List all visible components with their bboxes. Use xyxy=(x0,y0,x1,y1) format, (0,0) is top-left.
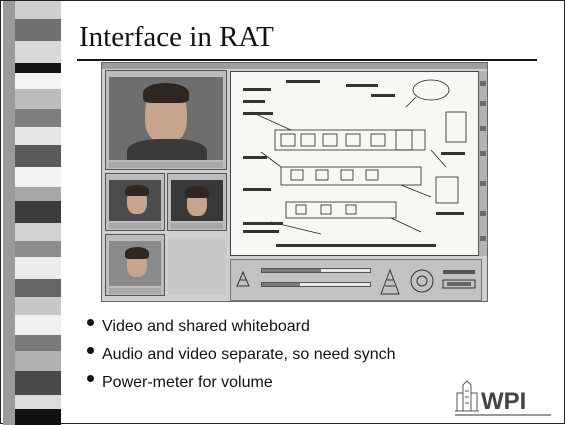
bullet-item: Power-meter for volume xyxy=(87,374,273,392)
input-power-meter xyxy=(261,268,371,273)
strip-block xyxy=(15,241,61,257)
project-logo-icon xyxy=(441,266,477,296)
wpi-logo-text: WPI xyxy=(481,388,526,415)
slide: Interface in RAT Video and shared whiteb… xyxy=(0,0,565,425)
strip-block xyxy=(15,73,61,89)
empty-area xyxy=(168,238,226,294)
strip-block xyxy=(15,201,61,223)
video-controls xyxy=(109,223,161,229)
participant-hair xyxy=(185,186,209,198)
tool-icon xyxy=(480,81,486,86)
participant-hair xyxy=(143,83,189,103)
participant-hair xyxy=(125,185,149,196)
strip-block xyxy=(15,127,61,145)
video-controls xyxy=(171,223,223,229)
strip-block xyxy=(15,315,61,335)
strip-block xyxy=(15,351,61,371)
strip-block xyxy=(15,41,61,63)
slide-title: Interface in RAT xyxy=(79,21,274,53)
video-controls xyxy=(109,288,161,294)
participant-shoulders xyxy=(127,139,207,160)
bullet-dot xyxy=(87,375,94,382)
whiteboard-drawing xyxy=(243,79,467,247)
participant-hair xyxy=(125,247,149,259)
rat-audio-panel xyxy=(230,259,482,301)
tool-icon xyxy=(480,181,486,186)
strip-block xyxy=(15,395,61,409)
shared-whiteboard xyxy=(230,71,482,256)
bullet-dot xyxy=(87,319,94,326)
bullet-text: Power-meter for volume xyxy=(102,374,273,391)
bullet-item: Video and shared whiteboard xyxy=(87,318,310,336)
strip-block xyxy=(15,257,61,279)
strip-block xyxy=(15,19,61,41)
bullet-dot xyxy=(87,347,94,354)
video-panel-main xyxy=(105,70,227,170)
tool-icon xyxy=(480,151,486,156)
video-frame xyxy=(109,77,223,160)
video-panel-small xyxy=(105,173,165,231)
strip-block xyxy=(15,63,61,73)
strip-block xyxy=(15,223,61,241)
speaker-icon xyxy=(235,268,251,288)
strip-block xyxy=(15,335,61,351)
strip-block xyxy=(15,145,61,167)
tool-icon xyxy=(480,101,486,106)
strip-block xyxy=(15,371,61,395)
bullet-text: Audio and video separate, so need synch xyxy=(102,346,396,363)
strip-block xyxy=(15,279,61,297)
rat-screenshot xyxy=(101,62,488,302)
decorative-left-strip xyxy=(3,1,61,425)
bullet-text: Video and shared whiteboard xyxy=(102,318,310,335)
output-meter-level xyxy=(262,283,300,286)
rat-window-titlebar xyxy=(102,63,487,69)
whiteboard-toolbar xyxy=(478,71,487,256)
ucl-logo-icon xyxy=(379,266,401,296)
output-power-meter xyxy=(261,282,371,287)
wpi-logo: WPI xyxy=(453,379,553,419)
bullet-item: Audio and video separate, so need synch xyxy=(87,346,396,364)
strip-block xyxy=(15,1,61,19)
crest-icon xyxy=(409,266,435,296)
strip-block xyxy=(15,109,61,127)
video-controls xyxy=(109,162,223,168)
video-panel-small xyxy=(105,234,165,296)
video-frame xyxy=(109,180,161,221)
input-meter-level xyxy=(262,269,322,272)
strip-block xyxy=(15,409,61,425)
tool-icon xyxy=(480,236,486,241)
title-underline xyxy=(77,59,537,61)
video-frame xyxy=(171,180,223,221)
video-panel-small xyxy=(167,173,227,231)
video-frame xyxy=(109,241,161,286)
tool-icon xyxy=(480,126,486,131)
wpi-tower-icon: WPI xyxy=(455,380,551,416)
tool-icon xyxy=(480,211,486,216)
strip-block xyxy=(15,89,61,109)
strip-block xyxy=(15,167,61,187)
strip-block xyxy=(15,297,61,315)
strip-block xyxy=(15,187,61,201)
